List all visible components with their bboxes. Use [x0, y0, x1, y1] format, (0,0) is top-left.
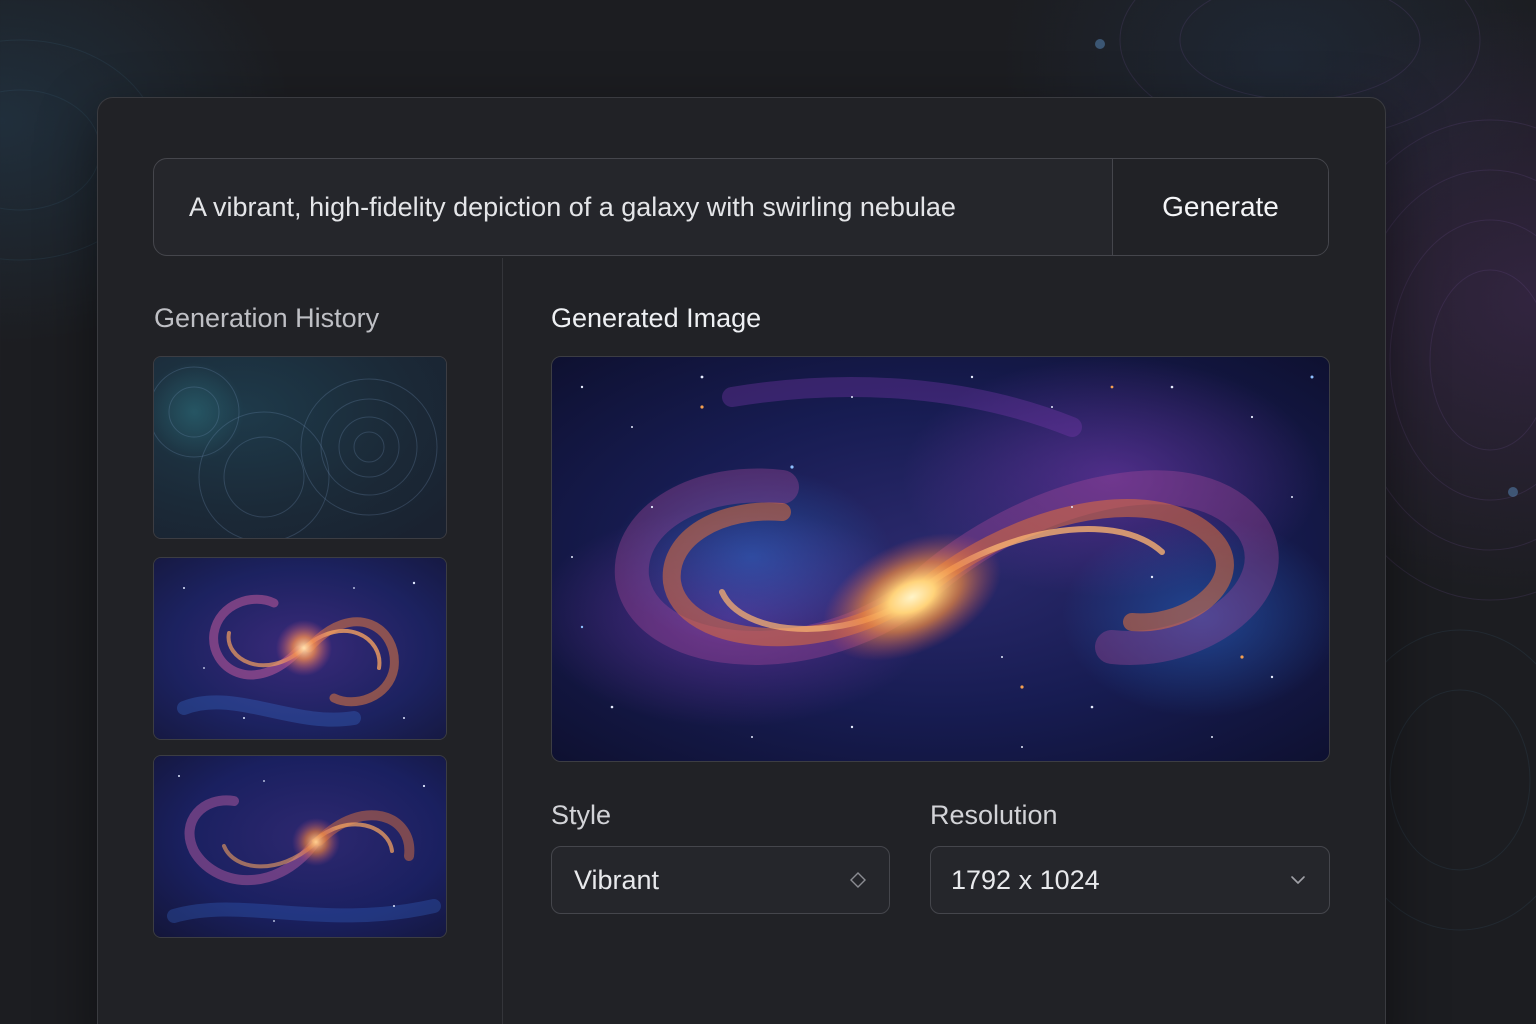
generator-panel: Generate Generation History — [97, 97, 1386, 1024]
resolution-label: Resolution — [930, 800, 1058, 830]
resolution-value: 1792 x 1024 — [951, 864, 1100, 895]
diamond-icon — [850, 872, 866, 888]
prompt-bar: Generate — [153, 158, 1329, 256]
prompt-input[interactable] — [154, 159, 1112, 255]
chevron-down-icon — [1291, 876, 1305, 884]
history-item-2[interactable] — [153, 557, 447, 740]
style-label: Style — [551, 800, 612, 830]
style-select[interactable]: Vibrant — [551, 846, 890, 914]
history-item-3[interactable] — [153, 755, 447, 938]
generated-image-title: Generated Image — [551, 303, 762, 333]
generated-image — [551, 356, 1330, 762]
style-value: Vibrant — [574, 864, 660, 895]
galaxy-thumbnail — [154, 558, 446, 739]
history-item-1[interactable] — [153, 356, 447, 539]
abstract-swirl-thumbnail — [154, 357, 446, 538]
column-divider — [502, 258, 503, 1024]
resolution-select[interactable]: 1792 x 1024 — [930, 846, 1330, 914]
galaxy-thumbnail — [154, 756, 446, 937]
galaxy-image — [552, 357, 1329, 761]
history-title: Generation History — [154, 303, 380, 333]
generate-button[interactable]: Generate — [1112, 159, 1328, 255]
